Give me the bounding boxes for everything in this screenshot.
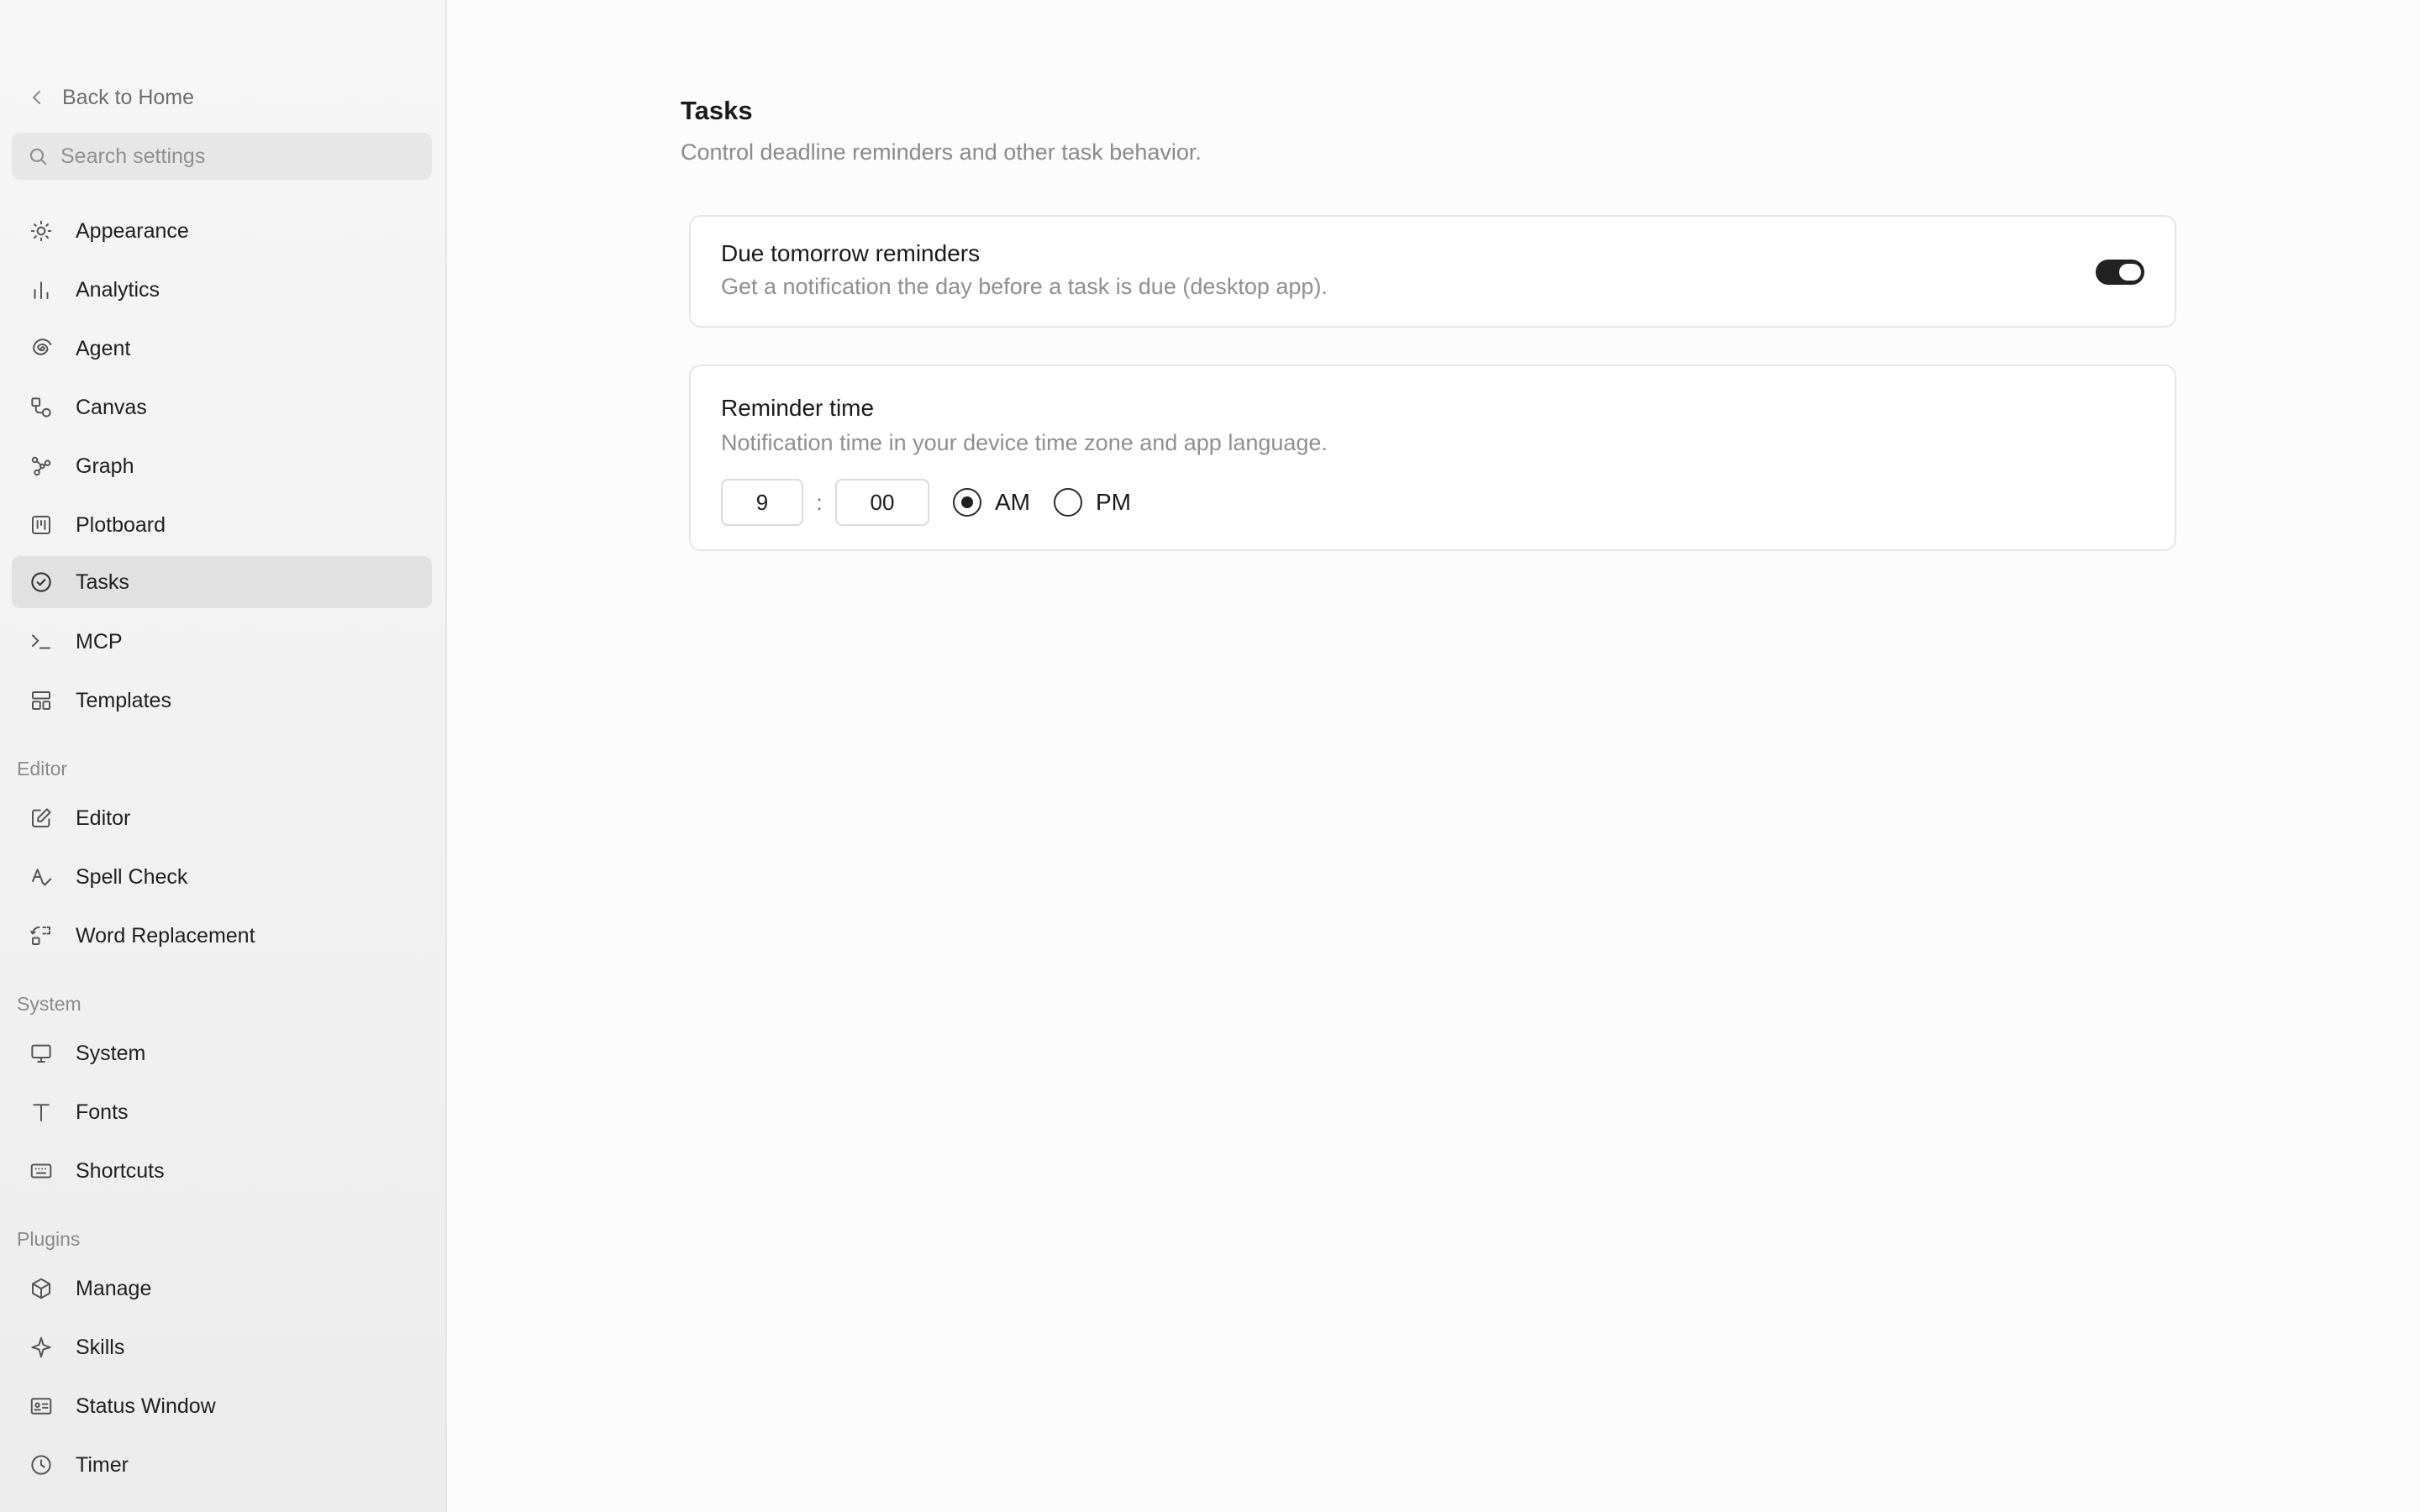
sidebar-item-label: Spell Check — [76, 864, 188, 889]
sidebar-item-label: Fonts — [76, 1100, 129, 1124]
sun-icon — [30, 220, 52, 242]
sidebar-item-canvas[interactable]: Canvas — [12, 381, 432, 433]
reminder-time-title: Reminder time — [721, 395, 875, 421]
section-label-editor: Editor — [17, 758, 68, 780]
sidebar-item-label: Manage — [76, 1276, 152, 1300]
sidebar-item-analytics[interactable]: Analytics — [12, 264, 432, 316]
pm-radio-option[interactable]: PM — [1054, 488, 1131, 517]
sidebar-item-label: Skills — [76, 1335, 125, 1359]
sidebar-item-label: Word Replacement — [76, 923, 255, 948]
page-title: Tasks — [681, 96, 753, 125]
due-reminders-toggle[interactable] — [2096, 260, 2144, 285]
package-icon — [32, 1278, 50, 1299]
due-reminders-title: Due tomorrow reminders — [721, 240, 981, 266]
am-label: AM — [995, 489, 1030, 515]
sidebar-item-label: Canvas — [76, 395, 147, 419]
sidebar-item-fonts[interactable]: Fonts — [12, 1086, 432, 1138]
monitor-icon — [31, 1044, 51, 1063]
back-to-home-link[interactable]: Back to Home — [27, 81, 194, 114]
graph-icon — [31, 456, 51, 476]
sparkle-icon — [31, 1336, 51, 1358]
sidebar-item-label: Graph — [76, 454, 134, 478]
sidebar-item-label: Editor — [76, 806, 131, 830]
sidebar-item-agent[interactable]: Agent — [12, 323, 432, 375]
sidebar-item-plotboard[interactable]: Plotboard — [12, 499, 432, 551]
type-icon — [33, 1104, 50, 1121]
spiral-icon — [33, 339, 52, 355]
settings-content: Tasks Control deadline reminders and oth… — [447, 0, 2420, 1512]
minute-input[interactable]: 00 — [835, 479, 929, 526]
sidebar-item-label: Tasks — [76, 570, 129, 594]
sidebar-item-graph[interactable]: Graph — [12, 440, 432, 492]
sidebar-item-label: Agent — [76, 336, 131, 360]
back-to-home-label: Back to Home — [62, 85, 195, 109]
sidebar-item-label: Shortcuts — [76, 1158, 165, 1183]
sidebar-item-spell-check[interactable]: Spell Check — [12, 851, 432, 903]
sidebar-item-tasks[interactable]: Tasks — [12, 556, 432, 608]
sidebar-item-label: Timer — [76, 1452, 129, 1477]
sidebar-item-label: Plotboard — [76, 512, 166, 537]
sidebar-item-label: MCP — [76, 629, 123, 654]
time-separator: : — [816, 489, 823, 515]
sidebar-item-skills[interactable]: Skills — [12, 1321, 432, 1373]
hour-input[interactable]: 9 — [721, 479, 803, 526]
sidebar-item-shortcuts[interactable]: Shortcuts — [12, 1145, 432, 1197]
clock-icon — [31, 1455, 51, 1475]
bar-chart-icon — [34, 281, 49, 299]
due-reminders-description: Get a notification the day before a task… — [721, 274, 1328, 299]
sidebar-item-mcp[interactable]: MCP — [12, 616, 432, 668]
spell-check-icon — [32, 869, 52, 886]
sidebar-item-label: Appearance — [76, 218, 189, 243]
pm-radio[interactable] — [1054, 488, 1082, 517]
pm-label: PM — [1096, 489, 1131, 515]
settings-window: Back to Home Appearance Analytics Agent … — [0, 0, 2420, 1512]
settings-sidebar: Back to Home Appearance Analytics Agent … — [0, 0, 447, 1512]
sidebar-item-label: Templates — [76, 688, 171, 712]
template-icon — [32, 691, 50, 710]
toggle-knob — [2119, 264, 2141, 281]
sidebar-item-label: Analytics — [76, 277, 160, 302]
due-reminders-card: Due tomorrow reminders Get a notificatio… — [689, 215, 2176, 328]
reminder-time-card: Reminder time Notification time in your … — [689, 365, 2176, 551]
pencil-square-icon — [32, 808, 51, 827]
keyboard-icon — [30, 1163, 52, 1179]
search-icon — [29, 148, 47, 165]
sidebar-item-label: System — [76, 1041, 146, 1065]
replace-icon — [30, 927, 50, 945]
id-card-icon — [30, 1398, 52, 1415]
sidebar-item-timer[interactable]: Timer — [12, 1439, 432, 1491]
check-circle-icon — [31, 572, 51, 592]
reminder-time-description: Notification time in your device time zo… — [721, 430, 1328, 455]
terminal-icon — [32, 634, 50, 649]
section-label-system: System — [17, 993, 82, 1015]
am-radio-option[interactable]: AM — [953, 488, 1030, 517]
page-subtitle: Control deadline reminders and other tas… — [681, 139, 1202, 165]
kanban-icon — [32, 516, 50, 534]
sidebar-item-word-replacement[interactable]: Word Replacement — [12, 910, 432, 962]
sidebar-item-appearance[interactable]: Appearance — [12, 205, 432, 257]
settings-search[interactable] — [12, 133, 432, 180]
sidebar-item-manage[interactable]: Manage — [12, 1263, 432, 1315]
sidebar-item-system[interactable]: System — [12, 1027, 432, 1079]
sidebar-item-templates[interactable]: Templates — [12, 675, 432, 727]
reminder-time-controls: 9 : 00 AM PM — [721, 479, 1131, 526]
sidebar-item-editor[interactable]: Editor — [12, 792, 432, 844]
section-label-plugins: Plugins — [17, 1228, 81, 1250]
canvas-icon — [31, 397, 51, 417]
search-input[interactable] — [60, 144, 413, 169]
chevron-left-icon — [33, 91, 40, 104]
sidebar-item-status-window[interactable]: Status Window — [12, 1380, 432, 1432]
sidebar-item-label: Status Window — [76, 1394, 216, 1418]
am-radio[interactable] — [953, 488, 981, 517]
